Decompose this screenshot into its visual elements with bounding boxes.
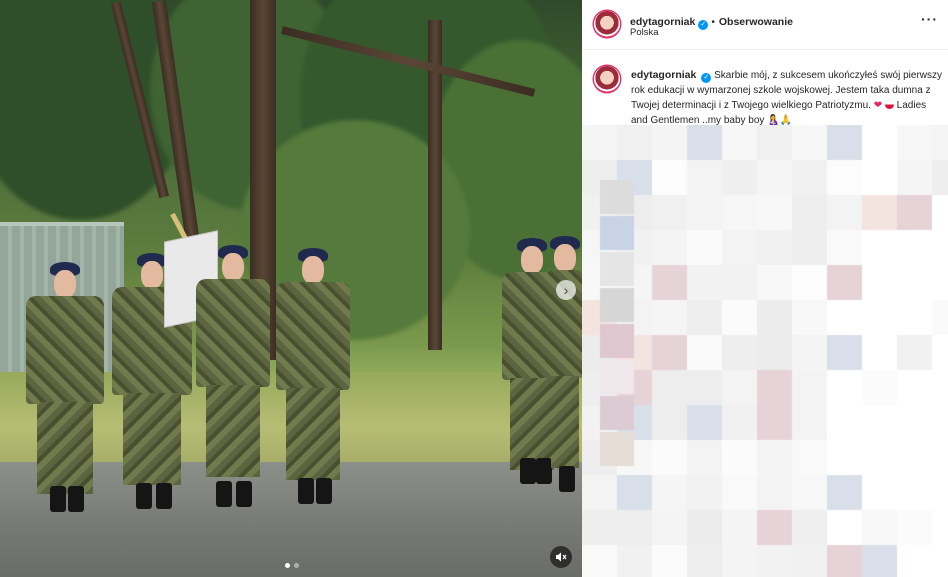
post-side-panel: edytagorniak ✓ • Obserwowanie Polska ··· ed… xyxy=(582,0,948,577)
following-button[interactable]: Obserwowanie xyxy=(719,16,793,28)
caption-text: edytagorniak ✓ Skarbie mój, z sukcesem uk… xyxy=(631,68,943,128)
next-media-button[interactable]: › xyxy=(556,280,576,300)
poland-flag-icon xyxy=(884,100,894,109)
verified-badge-icon: ✓ xyxy=(698,20,709,30)
post-header: edytagorniak ✓ • Obserwowanie Polska ··· xyxy=(582,0,948,50)
author-avatar[interactable] xyxy=(594,11,620,37)
carousel-dot xyxy=(285,563,290,568)
caption-username[interactable]: edytagorniak xyxy=(631,69,696,81)
caption-author-avatar[interactable] xyxy=(594,66,620,92)
carousel-indicator xyxy=(285,563,299,568)
soldier-figure xyxy=(276,248,350,504)
mute-toggle-button[interactable] xyxy=(550,546,572,568)
separator-dot: • xyxy=(711,17,715,28)
more-options-button[interactable]: ··· xyxy=(921,11,938,27)
more-horizontal-icon: ··· xyxy=(921,11,938,27)
pixelated-comments-mosaic xyxy=(582,125,948,577)
speaker-muted-icon xyxy=(556,552,567,562)
comments-pixelated-area xyxy=(582,125,948,577)
post-location[interactable]: Polska xyxy=(630,27,659,38)
soldier-figure xyxy=(26,262,104,512)
soldier-figure xyxy=(196,245,270,507)
carousel-dot xyxy=(294,563,299,568)
chevron-right-icon: › xyxy=(563,282,569,298)
verified-badge-icon: ✓ xyxy=(701,73,712,83)
post-media-video[interactable]: › xyxy=(0,0,582,577)
heart-emoji: ❤ xyxy=(873,100,883,111)
soldier-figure xyxy=(545,236,582,492)
